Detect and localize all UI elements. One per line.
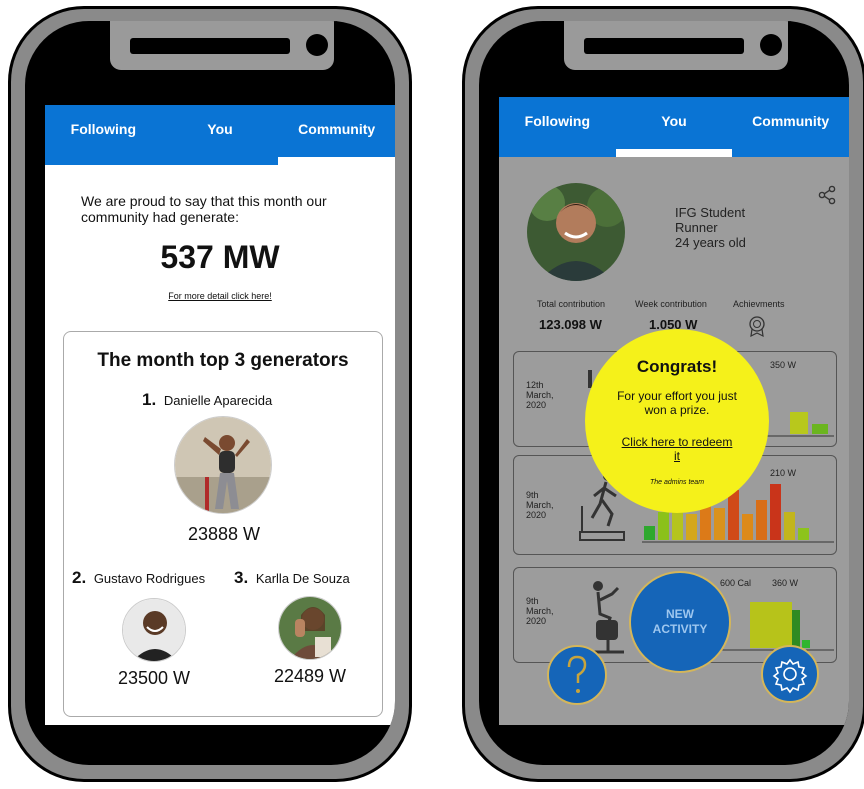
rank-3-watts: 22489 W [273, 666, 347, 686]
active-tab-indicator [278, 157, 395, 165]
stat-total-label: Total contribution [537, 299, 606, 309]
tab-following[interactable]: Following [45, 105, 162, 165]
congrats-title: Congrats! [636, 357, 718, 376]
rank-1-number: 1. [142, 390, 157, 409]
new-activity-label-1: NEW [666, 607, 694, 621]
activity-1-month: March, [526, 390, 554, 400]
phone-bezel: Following You Community IFG Student Runn… [479, 21, 849, 765]
stat-total-value: 123.098 W [539, 317, 602, 332]
activity-2-bar [714, 508, 725, 540]
activity-3-bar [750, 602, 792, 648]
activity-2-bar [658, 512, 669, 540]
speaker-slot [584, 38, 744, 54]
congrats-message: For your effort you just won a prize. [617, 389, 737, 417]
profile-screen: Following You Community IFG Student Runn… [499, 97, 849, 725]
new-activity-button[interactable]: NEW ACTIVITY [629, 571, 731, 673]
activity-2-day: 9th [526, 490, 539, 500]
rank-1: 1. Danielle Aparecida [142, 390, 272, 410]
activity-2-bar [756, 500, 767, 540]
activity-2-bar [728, 490, 739, 540]
help-button[interactable] [547, 645, 607, 705]
profile-info: IFG Student Runner 24 years old [675, 205, 746, 250]
tab-community[interactable]: Community [278, 105, 395, 165]
activity-2-bar [798, 528, 809, 540]
share-icon[interactable] [817, 185, 837, 205]
activity-3-year: 2020 [526, 616, 547, 626]
stat-achievements-label: Achievments [733, 299, 785, 309]
tab-you-label: You [661, 113, 687, 129]
activity-2-bar [770, 484, 781, 540]
activity-2-bar [784, 512, 795, 540]
tab-following[interactable]: Following [499, 97, 616, 157]
community-intro: We are proud to say that this month our … [81, 193, 327, 225]
new-activity-label-2: ACTIVITY [652, 622, 708, 636]
stat-week-label: Week contribution [635, 299, 707, 309]
top-generators-title: The month top 3 generators [97, 350, 349, 371]
phone-speaker [107, 21, 337, 73]
activity-3-date: 9th March, 2020 [526, 596, 554, 626]
front-camera [306, 34, 328, 56]
profile-avatar[interactable] [527, 183, 625, 281]
phone-profile: Following You Community IFG Student Runn… [462, 6, 864, 782]
activity-3-bar [792, 610, 800, 648]
profile-line-1: IFG Student [675, 205, 746, 220]
tab-community-label: Community [298, 121, 376, 137]
tab-community[interactable]: Community [732, 97, 849, 157]
phone-community: Following You Community We are proud to … [8, 6, 412, 782]
rank-2: 2. Gustavo Rodrigues [72, 568, 205, 588]
community-screen: Following You Community We are proud to … [45, 105, 395, 725]
community-total: 537 MW [160, 239, 280, 275]
activity-2-bar [644, 526, 655, 540]
rank-3-number: 3. [234, 568, 249, 587]
rank-2-number: 2. [72, 568, 87, 587]
redeem-prize-link[interactable]: Click here to redeem it [619, 435, 735, 463]
activity-2-bar [686, 514, 697, 540]
congrats-signature: The admins team [649, 479, 705, 486]
congrats-popup[interactable]: Congrats! For your effort you just won a… [585, 329, 769, 513]
front-camera [760, 34, 782, 56]
settings-button[interactable] [761, 645, 819, 703]
detail-link[interactable]: For more detail click here! [45, 291, 395, 301]
activity-1-year: 2020 [526, 400, 547, 410]
avatar-gustavo-image [123, 599, 185, 661]
rank-2-watts: 23500 W [117, 668, 191, 688]
tab-bar: Following You Community [499, 97, 849, 157]
avatar-karlla[interactable] [278, 596, 342, 660]
activity-1-day: 12th [526, 380, 544, 390]
phone-speaker [561, 21, 791, 73]
active-tab-indicator [615, 149, 733, 157]
rank-1-watts: 23888 W [187, 524, 261, 544]
activity-3-day: 9th [526, 596, 539, 606]
tab-you[interactable]: You [162, 105, 279, 165]
profile-line-3: 24 years old [675, 235, 746, 250]
medal-icon[interactable] [747, 315, 767, 337]
activity-2-year: 2020 [526, 510, 547, 520]
tab-you[interactable]: You [615, 97, 733, 157]
tab-bar: Following You Community [45, 105, 395, 165]
activity-1-date: 12th March, 2020 [526, 380, 554, 410]
avatar-gustavo[interactable] [122, 598, 186, 662]
help-icon [567, 655, 587, 693]
rank-2-name: Gustavo Rodrigues [93, 571, 206, 586]
top-generators-card: The month top 3 generators 1. Danielle A… [63, 331, 383, 717]
activity-3-month: March, [526, 606, 554, 616]
avatar-danielle[interactable] [174, 416, 272, 514]
rank-1-name: Danielle Aparecida [163, 393, 273, 408]
rank-3: 3. Karlla De Souza [234, 568, 350, 588]
activity-2-date: 9th March, 2020 [526, 490, 554, 520]
phone-bezel: Following You Community We are proud to … [25, 21, 395, 765]
avatar-danielle-image [175, 417, 271, 513]
avatar-karlla-image [279, 597, 341, 659]
activity-1-bar [812, 424, 828, 434]
activity-2-bar [742, 514, 753, 540]
profile-avatar-image [527, 183, 625, 281]
activity-2-month: March, [526, 500, 554, 510]
speaker-slot [130, 38, 290, 54]
rank-3-name: Karlla De Souza [255, 571, 350, 586]
profile-line-2: Runner [675, 220, 718, 235]
gear-icon [772, 658, 808, 694]
activity-1-bar [790, 412, 808, 434]
